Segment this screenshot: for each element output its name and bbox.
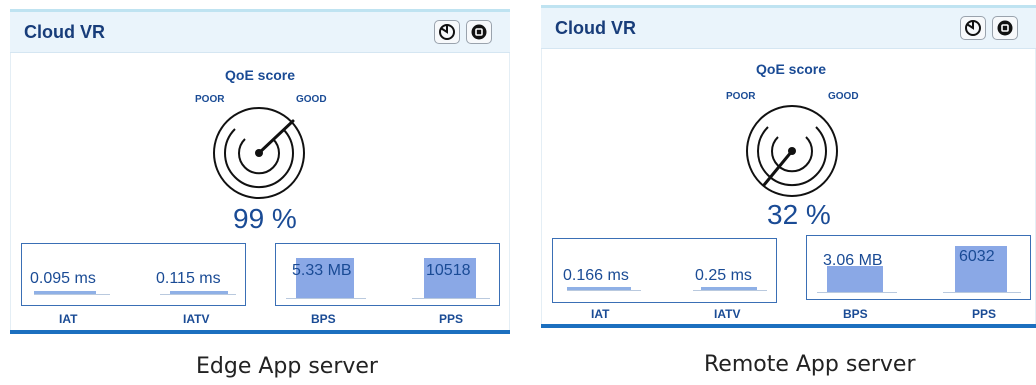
gauge-center-dot xyxy=(255,149,263,157)
panel-header: Cloud VR xyxy=(10,12,510,53)
bps-baseline xyxy=(286,298,366,299)
refresh-button[interactable] xyxy=(960,16,986,40)
throughput-metrics-box: 3.06 MB 6032 xyxy=(806,235,1031,300)
iatv-label: IATV xyxy=(183,312,210,326)
stop-button[interactable] xyxy=(992,16,1018,40)
gauge-center-dot xyxy=(788,147,796,155)
refresh-button[interactable] xyxy=(434,20,460,44)
gauge-middle-arc xyxy=(224,128,294,188)
cloud-vr-panel-remote: Cloud VR QoE score POOR GOOD 32 % 0.166 … xyxy=(541,5,1036,328)
pps-label: PPS xyxy=(972,307,997,321)
qoe-score-label: QoE score xyxy=(756,61,827,77)
iat-label: IAT xyxy=(591,307,610,321)
stop-icon xyxy=(471,24,487,40)
iat-value: 0.166 ms xyxy=(563,267,629,284)
iat-value: 0.095 ms xyxy=(30,270,96,287)
iatv-value: 0.115 ms xyxy=(156,270,221,287)
iat-baseline xyxy=(34,294,110,295)
iatv-baseline xyxy=(160,294,236,295)
panel-body: QoE score POOR GOOD 99 % 0.095 ms 0.115 … xyxy=(10,53,510,330)
bps-baseline xyxy=(817,292,897,293)
bps-value: 5.33 MB xyxy=(292,262,352,279)
qoe-score-value: 99 % xyxy=(233,203,297,234)
pps-label: PPS xyxy=(439,312,464,326)
qoe-gauge xyxy=(746,105,838,197)
cloud-vr-panel-edge: Cloud VR QoE score POOR GOOD 99 % 0.095 … xyxy=(10,9,510,334)
latency-metrics-box: 0.166 ms 0.25 ms xyxy=(552,238,777,303)
qoe-score-value: 32 % xyxy=(767,199,831,230)
refresh-icon xyxy=(965,20,981,36)
pps-baseline xyxy=(943,292,1021,293)
bps-value: 3.06 MB xyxy=(823,252,883,269)
gauge-needle xyxy=(257,119,295,155)
remote-server-caption: Remote App server xyxy=(704,352,916,377)
pps-value: 6032 xyxy=(959,248,995,265)
throughput-metrics-box: 5.33 MB 10518 xyxy=(275,243,500,306)
latency-metrics-box: 0.095 ms 0.115 ms xyxy=(21,243,246,306)
iatv-label: IATV xyxy=(714,307,741,321)
qoe-score-label: QoE score xyxy=(225,67,296,83)
edge-server-caption: Edge App server xyxy=(196,354,378,379)
pps-value: 10518 xyxy=(426,262,471,279)
bps-label: BPS xyxy=(843,307,868,321)
refresh-icon xyxy=(439,24,455,40)
panel-title: Cloud VR xyxy=(24,22,105,42)
bps-label: BPS xyxy=(311,312,336,326)
stop-button[interactable] xyxy=(466,20,492,44)
iat-baseline xyxy=(567,290,641,291)
panel-title: Cloud VR xyxy=(555,18,636,38)
iat-label: IAT xyxy=(59,312,78,326)
pps-baseline xyxy=(412,298,490,299)
iatv-value: 0.25 ms xyxy=(695,267,752,284)
gauge-middle-arc xyxy=(757,126,827,186)
stop-icon xyxy=(997,20,1013,36)
panel-body: QoE score POOR GOOD 32 % 0.166 ms 0.25 m… xyxy=(541,49,1036,324)
iatv-baseline xyxy=(693,290,767,291)
qoe-gauge xyxy=(213,107,305,199)
gauge-needle xyxy=(762,149,794,187)
panel-header: Cloud VR xyxy=(541,8,1036,49)
